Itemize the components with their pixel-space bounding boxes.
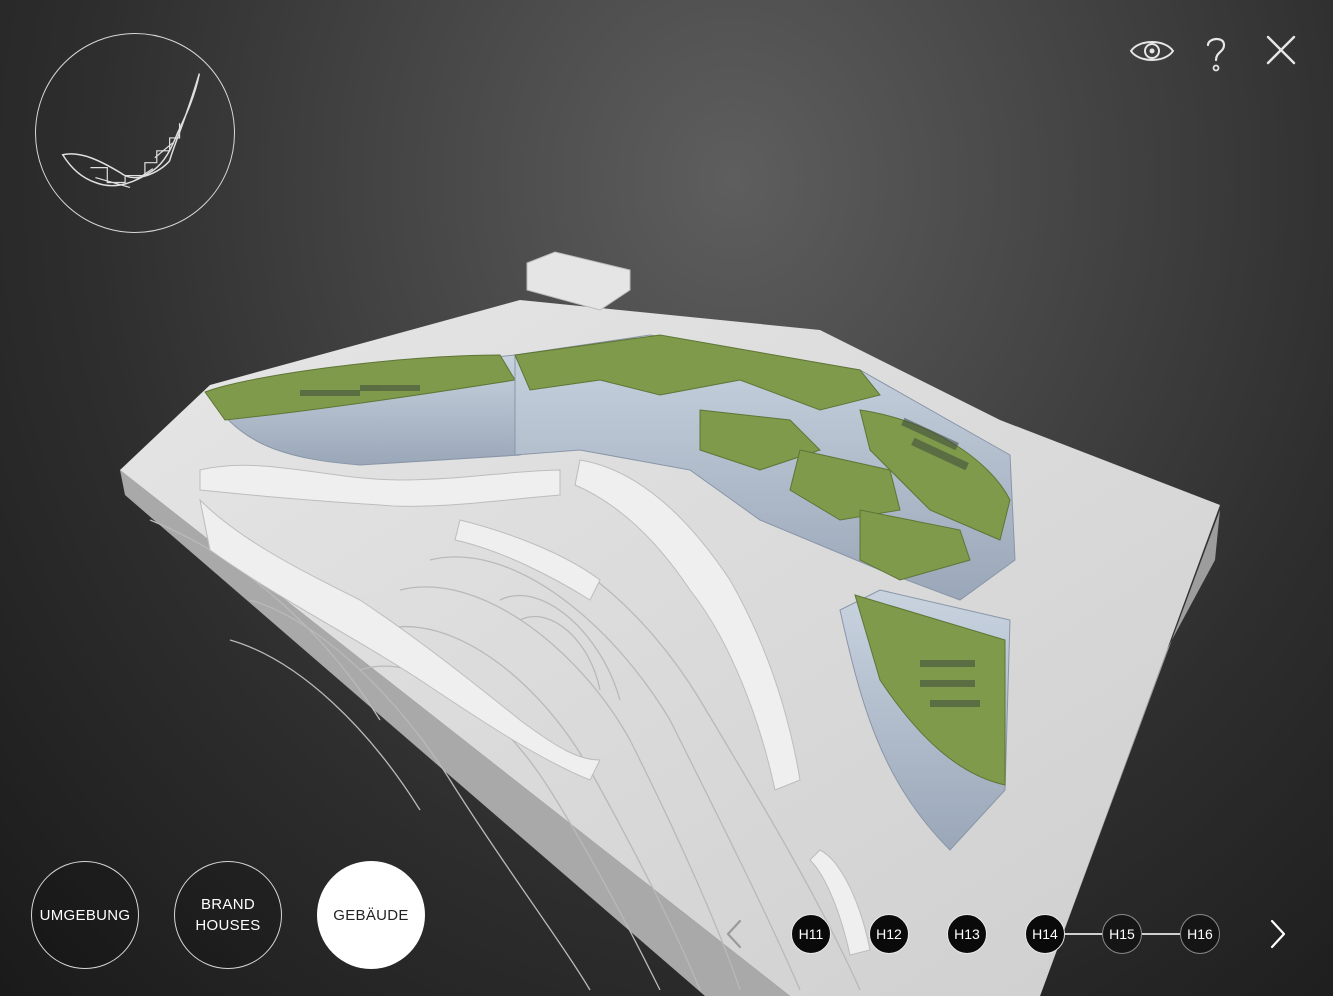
building-label: H12 — [876, 926, 902, 942]
mode-label: UMGEBUNG — [39, 906, 131, 924]
mode-label: GEBÄUDE — [333, 906, 409, 924]
building-label: H14 — [1032, 926, 1058, 942]
mode-button-gebaeude[interactable]: GEBÄUDE — [317, 861, 425, 969]
building-node-h16[interactable]: H16 — [1180, 914, 1220, 954]
building-label: H13 — [954, 926, 980, 942]
building-node-h14[interactable]: H14 — [1025, 914, 1065, 954]
question-mark-icon[interactable] — [1202, 34, 1230, 74]
mode-button-brand-houses[interactable]: BRAND HOUSES — [174, 861, 282, 969]
building-label: H15 — [1109, 926, 1135, 942]
mode-button-umgebung[interactable]: UMGEBUNG — [31, 861, 139, 969]
chevron-right-icon[interactable] — [1268, 918, 1288, 950]
building-label: H16 — [1187, 926, 1213, 942]
building-node-h13[interactable]: H13 — [947, 914, 987, 954]
close-icon[interactable] — [1264, 33, 1298, 67]
site-outline-icon — [61, 73, 201, 189]
building-node-h12[interactable]: H12 — [869, 914, 909, 954]
site-minimap[interactable] — [35, 33, 235, 233]
mode-label: BRAND HOUSES — [195, 896, 261, 934]
chevron-left-icon[interactable] — [724, 918, 744, 950]
eye-icon[interactable] — [1129, 34, 1175, 68]
building-node-h11[interactable]: H11 — [791, 914, 831, 954]
building-node-h15[interactable]: H15 — [1102, 914, 1142, 954]
building-label: H11 — [798, 926, 824, 942]
